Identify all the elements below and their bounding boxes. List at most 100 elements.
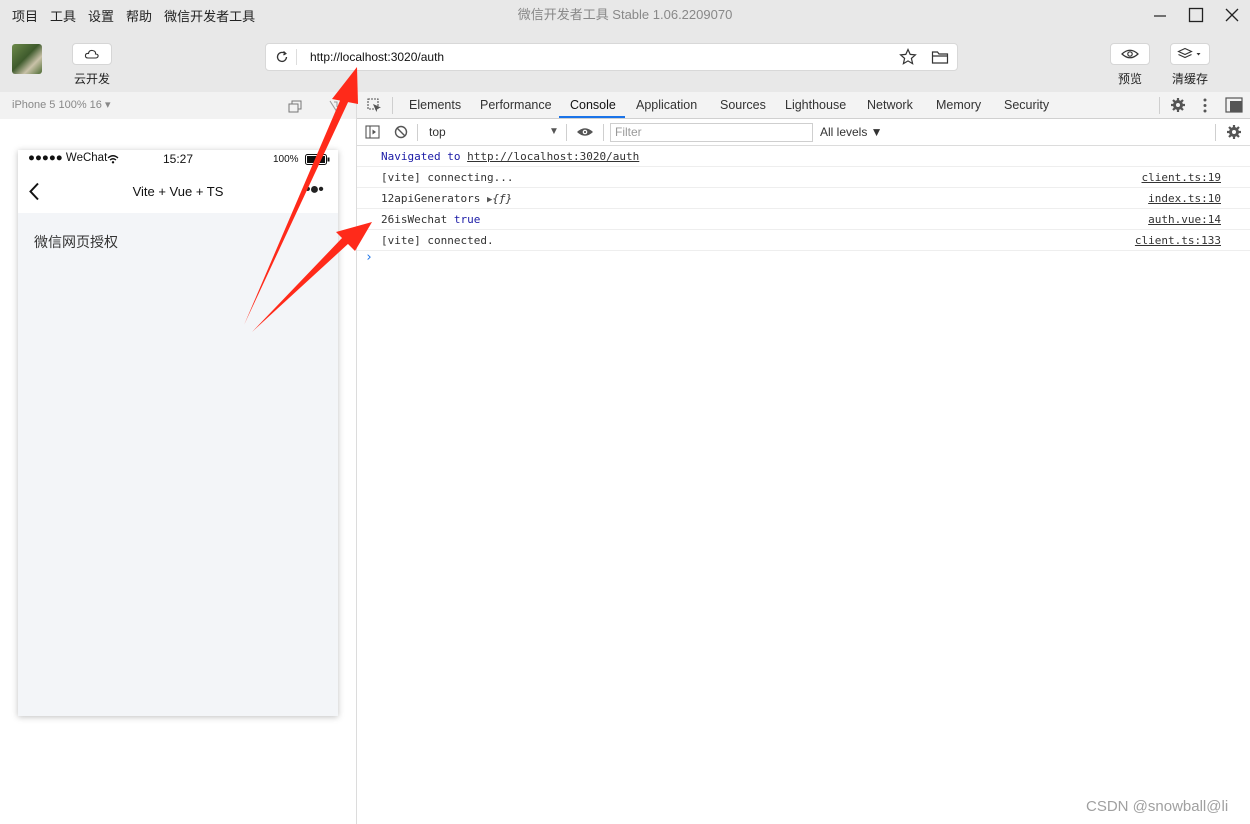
battery-icon xyxy=(305,154,330,165)
tab-application[interactable]: Application xyxy=(636,92,697,118)
menu-project[interactable]: 项目 xyxy=(6,6,44,25)
eye-icon xyxy=(1121,49,1139,59)
tab-separator xyxy=(392,97,393,114)
console-message: 12apiGenerators ▶{ƒ} index.ts:10 xyxy=(357,188,1250,209)
simulator-header: iPhone 5 100% 16 ▾ xyxy=(0,92,356,119)
phone-screen: ●●●●● WeChat 15:27 100% Vite + Vue + TS … xyxy=(18,150,338,716)
layers-dropdown-icon xyxy=(1177,47,1201,59)
tab-elements[interactable]: Elements xyxy=(409,92,461,118)
reload-button[interactable] xyxy=(271,47,293,67)
page-content-text: 微信网页授权 xyxy=(34,234,118,250)
context-selector[interactable]: top xyxy=(429,119,559,145)
url-separator xyxy=(296,49,297,65)
maximize-button[interactable] xyxy=(1178,0,1214,30)
dock-side-icon[interactable] xyxy=(1225,97,1243,113)
tab-security[interactable]: Security xyxy=(1004,92,1049,118)
message-text-group: 12apiGenerators ▶{ƒ} xyxy=(381,188,512,211)
popout-icon[interactable] xyxy=(288,100,302,113)
clear-cache-label: 清缓存 xyxy=(1171,72,1208,86)
sidebar-toggle-icon[interactable] xyxy=(365,125,380,139)
message-text: 12apiGenerators xyxy=(381,192,487,205)
navigated-prefix: Navigated to xyxy=(381,150,468,163)
message-text-group: 26isWechat true xyxy=(381,209,480,230)
tab-network[interactable]: Network xyxy=(867,92,913,118)
minimize-button[interactable] xyxy=(1142,0,1178,30)
message-source-link[interactable]: index.ts:10 xyxy=(1148,188,1221,209)
star-icon xyxy=(899,48,917,65)
menu-help[interactable]: 帮助 xyxy=(120,6,158,25)
message-source-link[interactable]: client.ts:19 xyxy=(1142,167,1221,188)
function-object-value[interactable]: {ƒ} xyxy=(492,192,512,205)
inspect-element-icon[interactable] xyxy=(367,98,382,113)
console-message: 26isWechat true auth.vue:14 xyxy=(357,209,1250,230)
context-dropdown-icon[interactable]: ▼ xyxy=(549,119,559,145)
more-options-icon[interactable] xyxy=(1203,98,1207,113)
tab-sources[interactable]: Sources xyxy=(720,92,766,118)
folder-icon xyxy=(931,51,949,64)
maximize-icon xyxy=(1188,7,1204,23)
tab-console[interactable]: Console xyxy=(570,92,616,118)
user-avatar[interactable] xyxy=(12,44,42,74)
watermark: CSDN @snowball@li xyxy=(1086,798,1229,815)
log-levels-dropdown[interactable]: All levels ▼ xyxy=(820,119,883,145)
cloud-dev-label: 云开发 xyxy=(73,72,110,86)
tab-memory[interactable]: Memory xyxy=(936,92,981,118)
carrier-signal: ●●●●● WeChat xyxy=(28,152,108,164)
device-selector[interactable]: iPhone 5 100% 16 ▾ xyxy=(12,92,110,119)
navigated-link[interactable]: http://localhost:3020/auth xyxy=(467,150,639,163)
active-tab-indicator xyxy=(559,116,625,118)
wechat-nav-bar: Vite + Vue + TS •●• xyxy=(18,170,338,213)
preview-label: 预览 xyxy=(1117,72,1142,86)
bookmark-button[interactable] xyxy=(897,47,919,67)
preview-button[interactable] xyxy=(1110,43,1150,65)
console-message: Navigated to http://localhost:3020/auth xyxy=(357,146,1250,167)
console-settings-gear-icon[interactable] xyxy=(1226,124,1242,140)
toolbar-separator-2 xyxy=(566,124,567,141)
clear-cache-button[interactable] xyxy=(1170,43,1210,65)
tab-performance[interactable]: Performance xyxy=(480,92,552,118)
status-bar: ●●●●● WeChat 15:27 100% xyxy=(18,150,338,170)
menu-bar: 项目 工具 设置 帮助 微信开发者工具 xyxy=(6,0,261,30)
menu-tools[interactable]: 工具 xyxy=(44,6,82,25)
live-expression-eye-icon[interactable] xyxy=(576,126,594,138)
navigation-message: Navigated to http://localhost:3020/auth xyxy=(381,146,639,167)
message-text: [vite] connecting... xyxy=(381,171,514,184)
status-time: 15:27 xyxy=(163,152,194,166)
clear-console-icon[interactable] xyxy=(394,125,408,139)
devtools-tab-bar: Elements Performance Console Application… xyxy=(357,92,1250,119)
toolbar-separator xyxy=(417,124,418,141)
main-toolbar: 云开发 http://localhost:3020/auth 预览 清缓存 xyxy=(0,30,1250,92)
tab-separator-right xyxy=(1159,97,1160,114)
url-text[interactable]: http://localhost:3020/auth xyxy=(310,44,444,70)
reload-icon xyxy=(276,51,288,63)
cloud-dev-button[interactable] xyxy=(72,43,112,65)
address-bar[interactable]: http://localhost:3020/auth xyxy=(265,43,958,71)
console-filter-input[interactable]: Filter xyxy=(610,123,813,142)
minimize-icon xyxy=(1154,15,1166,17)
close-button[interactable] xyxy=(1214,0,1250,30)
menu-settings[interactable]: 设置 xyxy=(82,6,120,25)
folder-button[interactable] xyxy=(929,47,951,67)
mute-icon[interactable] xyxy=(328,100,338,113)
tab-lighthouse[interactable]: Lighthouse xyxy=(785,92,846,118)
cloud-icon xyxy=(84,49,99,59)
toolbar-separator-4 xyxy=(1215,124,1216,141)
settings-gear-icon[interactable] xyxy=(1170,97,1186,113)
console-prompt-icon[interactable]: › xyxy=(365,250,373,265)
menu-devtools[interactable]: 微信开发者工具 xyxy=(158,6,261,25)
console-message: [vite] connected. client.ts:133 xyxy=(357,230,1250,251)
message-text: 26isWechat xyxy=(381,213,454,226)
devtools-window: 项目 工具 设置 帮助 微信开发者工具 微信开发者工具 Stable 1.06.… xyxy=(0,0,1250,824)
console-output: Navigated to http://localhost:3020/auth … xyxy=(357,146,1250,251)
title-bar: 项目 工具 设置 帮助 微信开发者工具 微信开发者工具 Stable 1.06.… xyxy=(0,0,1250,30)
more-menu-icon[interactable]: •●• xyxy=(305,181,324,199)
message-text: [vite] connected. xyxy=(381,234,494,247)
wifi-icon xyxy=(107,155,119,164)
message-source-link[interactable]: auth.vue:14 xyxy=(1148,209,1221,230)
boolean-value: true xyxy=(453,213,481,226)
toolbar-separator-3 xyxy=(603,124,604,141)
close-icon xyxy=(1225,8,1239,22)
page-title: Vite + Vue + TS xyxy=(132,184,224,199)
console-message: [vite] connecting... client.ts:19 xyxy=(357,167,1250,188)
message-source-link[interactable]: client.ts:133 xyxy=(1135,230,1221,251)
